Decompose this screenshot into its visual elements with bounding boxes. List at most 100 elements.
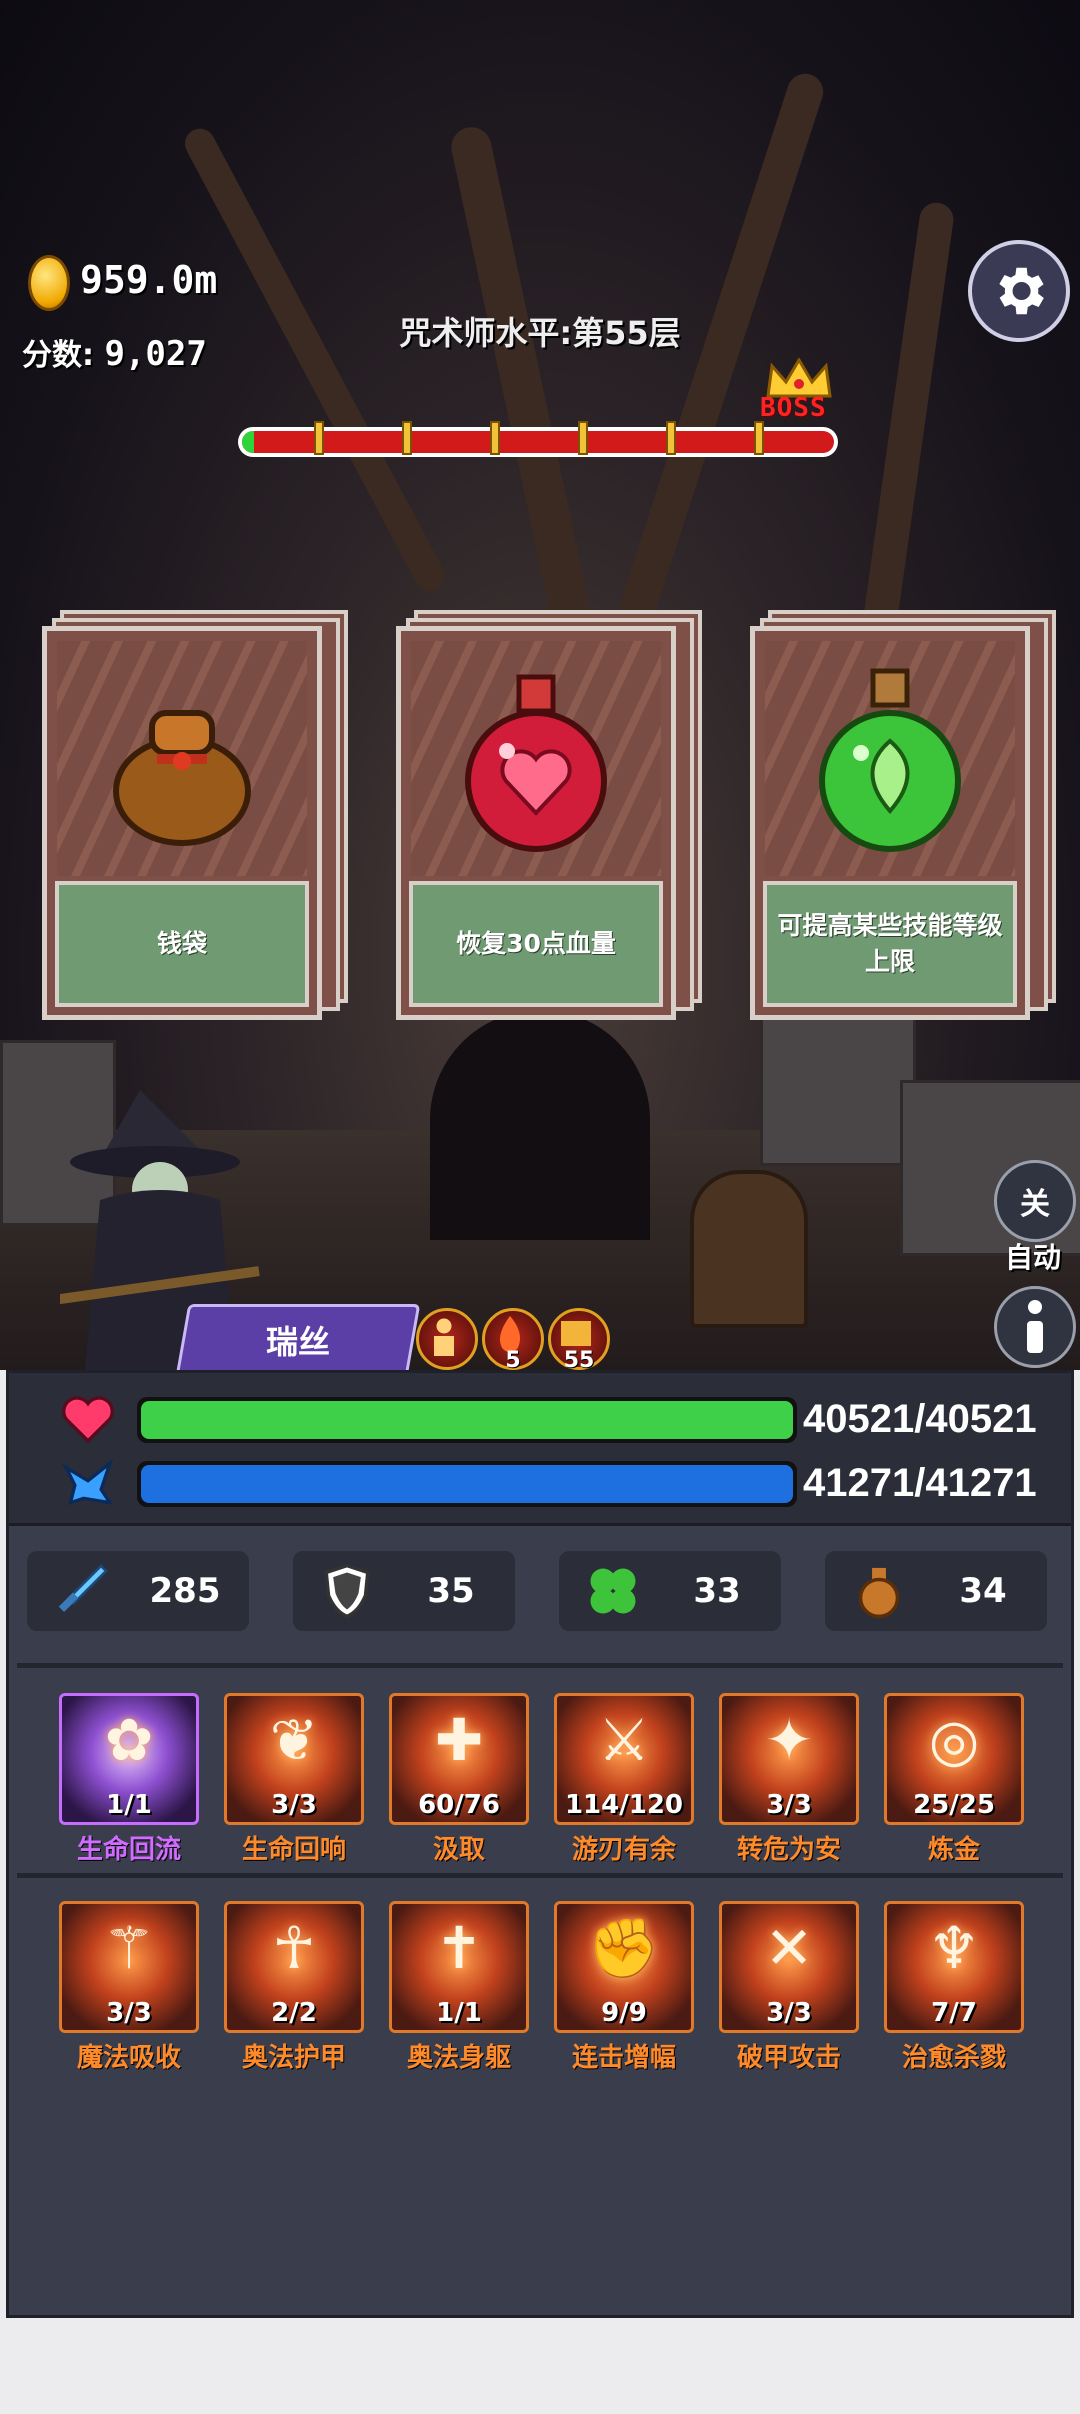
- skill-cross-shield[interactable]: ✚ 60/76 汲取: [389, 1693, 529, 1866]
- skill-level: 60/76: [418, 1790, 500, 1820]
- skill-name: 奥法护甲: [241, 2043, 346, 2073]
- sparkle-heal-icon: ✦: [764, 1706, 814, 1774]
- heart-icon: [62, 1396, 114, 1443]
- character-name: 瑞丝: [265, 1323, 330, 1361]
- sword-icon: [58, 1564, 108, 1612]
- reward-card-heal-potion[interactable]: 恢复30点血量: [396, 610, 702, 1020]
- healing-figure-icon: ♆: [928, 1914, 980, 1982]
- card-label: 钱袋: [55, 881, 309, 1007]
- character-name-tab[interactable]: 瑞丝: [175, 1304, 421, 1376]
- reward-card-leaf-potion[interactable]: 可提高某些技能等级上限: [750, 610, 1056, 1020]
- skill-name: 破甲攻击: [736, 2043, 841, 2073]
- skill-healing-figure[interactable]: ♆ 7/7 治愈杀戮: [884, 1901, 1024, 2074]
- skill-name: 汲取: [432, 1835, 485, 1865]
- skill-guardian[interactable]: ☥ 2/2 奥法护甲: [224, 1901, 364, 2074]
- skill-muscle[interactable]: ❦ 3/3 生命回响: [224, 1693, 364, 1866]
- muscle-icon: ❦: [269, 1706, 319, 1774]
- clover-icon: [590, 1568, 636, 1614]
- tree-branch: [179, 123, 451, 597]
- progress-checkpoint: [490, 421, 500, 455]
- stat-value: 35: [427, 1571, 475, 1611]
- skill-sparkle-heal[interactable]: ✦ 3/3 转危为安: [719, 1693, 859, 1866]
- skill-level: 7/7: [931, 1998, 977, 2028]
- card-art: [765, 641, 1015, 876]
- skill-level: 3/3: [766, 1998, 812, 2028]
- skill-level: 1/1: [436, 1998, 482, 2028]
- reward-card-money-bag[interactable]: 钱袋: [42, 610, 348, 1020]
- skill-name: 生命回响: [241, 1835, 346, 1865]
- progress-checkpoint: [666, 421, 676, 455]
- skill-name: 生命回流: [76, 1835, 181, 1865]
- skill-level: 3/3: [106, 1998, 152, 2028]
- mp-value: 41271/41271: [803, 1461, 1037, 1505]
- skill-winged-staff[interactable]: ⚚ 3/3 魔法吸收: [59, 1901, 199, 2074]
- green-potion-icon: [819, 668, 961, 852]
- target-icon: ◎: [928, 1706, 980, 1774]
- skill-combo-fist[interactable]: ✊ 9/9 连击增幅: [554, 1901, 694, 2074]
- stat-luck[interactable]: 33: [559, 1551, 781, 1631]
- card-art: [411, 641, 661, 876]
- buff-figure[interactable]: [416, 1308, 478, 1370]
- hp-bar-fill: [141, 1401, 793, 1439]
- money-bag-icon: [113, 710, 251, 846]
- guardian-icon: ☥: [272, 1914, 316, 1982]
- progress-checkpoint: [402, 421, 412, 455]
- crown-icon: [766, 358, 832, 398]
- character-panel: 40521/40521 41271/41271 285 35 33 34 ✿ 1/…: [6, 1370, 1074, 2318]
- skill-level: 2/2: [271, 1998, 317, 2028]
- dungeon-doorway: [430, 1010, 650, 1240]
- skill-level: 9/9: [601, 1998, 647, 2028]
- treasure-chest: [690, 1170, 808, 1328]
- stat-attack[interactable]: 285: [27, 1551, 249, 1631]
- mp-bar-fill: [141, 1465, 793, 1503]
- vitals-section: 40521/40521 41271/41271: [9, 1373, 1071, 1526]
- info-icon: [1027, 1300, 1043, 1353]
- skill-level: 1/1: [106, 1790, 152, 1820]
- skill-target[interactable]: ◎ 25/25 炼金: [884, 1693, 1024, 1866]
- swirl-blade-icon: ⚔: [598, 1706, 650, 1774]
- stage-progress-track: [242, 431, 834, 453]
- level-title: 咒术师水平:第55层: [399, 314, 681, 352]
- settings-button[interactable]: [968, 240, 1070, 342]
- money-bag-icon: [858, 1567, 900, 1619]
- progress-checkpoint: [754, 421, 764, 455]
- cross-shield-icon: ✚: [434, 1706, 484, 1774]
- skill-level: 3/3: [766, 1790, 812, 1820]
- hp-value: 40521/40521: [803, 1397, 1037, 1441]
- stat-defense[interactable]: 35: [293, 1551, 515, 1631]
- skill-name: 游刃有余: [571, 1835, 676, 1865]
- buff-shield[interactable]: 55: [548, 1308, 610, 1373]
- info-button[interactable]: [994, 1286, 1076, 1368]
- skill-swirl-blade[interactable]: ⚔ 114/120 游刃有余: [554, 1693, 694, 1866]
- auto-toggle-button[interactable]: 关: [994, 1160, 1076, 1242]
- skill-name: 魔法吸收: [76, 2043, 181, 2073]
- card-art: [57, 641, 307, 876]
- progress-checkpoint: [578, 421, 588, 455]
- skill-winged-cross[interactable]: ✝ 1/1 奥法身躯: [389, 1901, 529, 2074]
- gold-amount: 959.0m: [80, 258, 218, 302]
- combo-fist-icon: ✊: [587, 1914, 661, 1982]
- buff-flame[interactable]: 5: [482, 1308, 544, 1373]
- card-label: 恢复30点血量: [409, 881, 663, 1007]
- skill-name: 转危为安: [736, 1835, 841, 1865]
- skill-name: 连击增幅: [571, 2043, 676, 2073]
- skill-level: 25/25: [913, 1790, 995, 1820]
- card-label: 可提高某些技能等级上限: [763, 881, 1017, 1007]
- skill-level: 3/3: [271, 1790, 317, 1820]
- skill-crossed-arrows[interactable]: ✕ 3/3 破甲攻击: [719, 1901, 859, 2074]
- coin-icon: [28, 255, 70, 311]
- skill-name: 炼金: [927, 1835, 980, 1865]
- mp-bar: [137, 1461, 797, 1507]
- gear-icon: [999, 267, 1044, 315]
- skill-ribbon[interactable]: ✿ 1/1 生命回流: [59, 1693, 199, 1866]
- ribbon-icon: ✿: [104, 1706, 154, 1774]
- stat-gold-bonus[interactable]: 34: [825, 1551, 1047, 1631]
- shield-icon: [324, 1563, 370, 1619]
- stage-progress-fill: [242, 431, 254, 453]
- stat-value: 285: [149, 1571, 221, 1611]
- stat-value: 33: [693, 1571, 741, 1611]
- skill-name: 奥法身躯: [406, 2043, 511, 2073]
- skill-level: 114/120: [564, 1790, 684, 1820]
- stage-progress-bar: [238, 421, 838, 457]
- crossed-arrows-icon: ✕: [764, 1914, 814, 1982]
